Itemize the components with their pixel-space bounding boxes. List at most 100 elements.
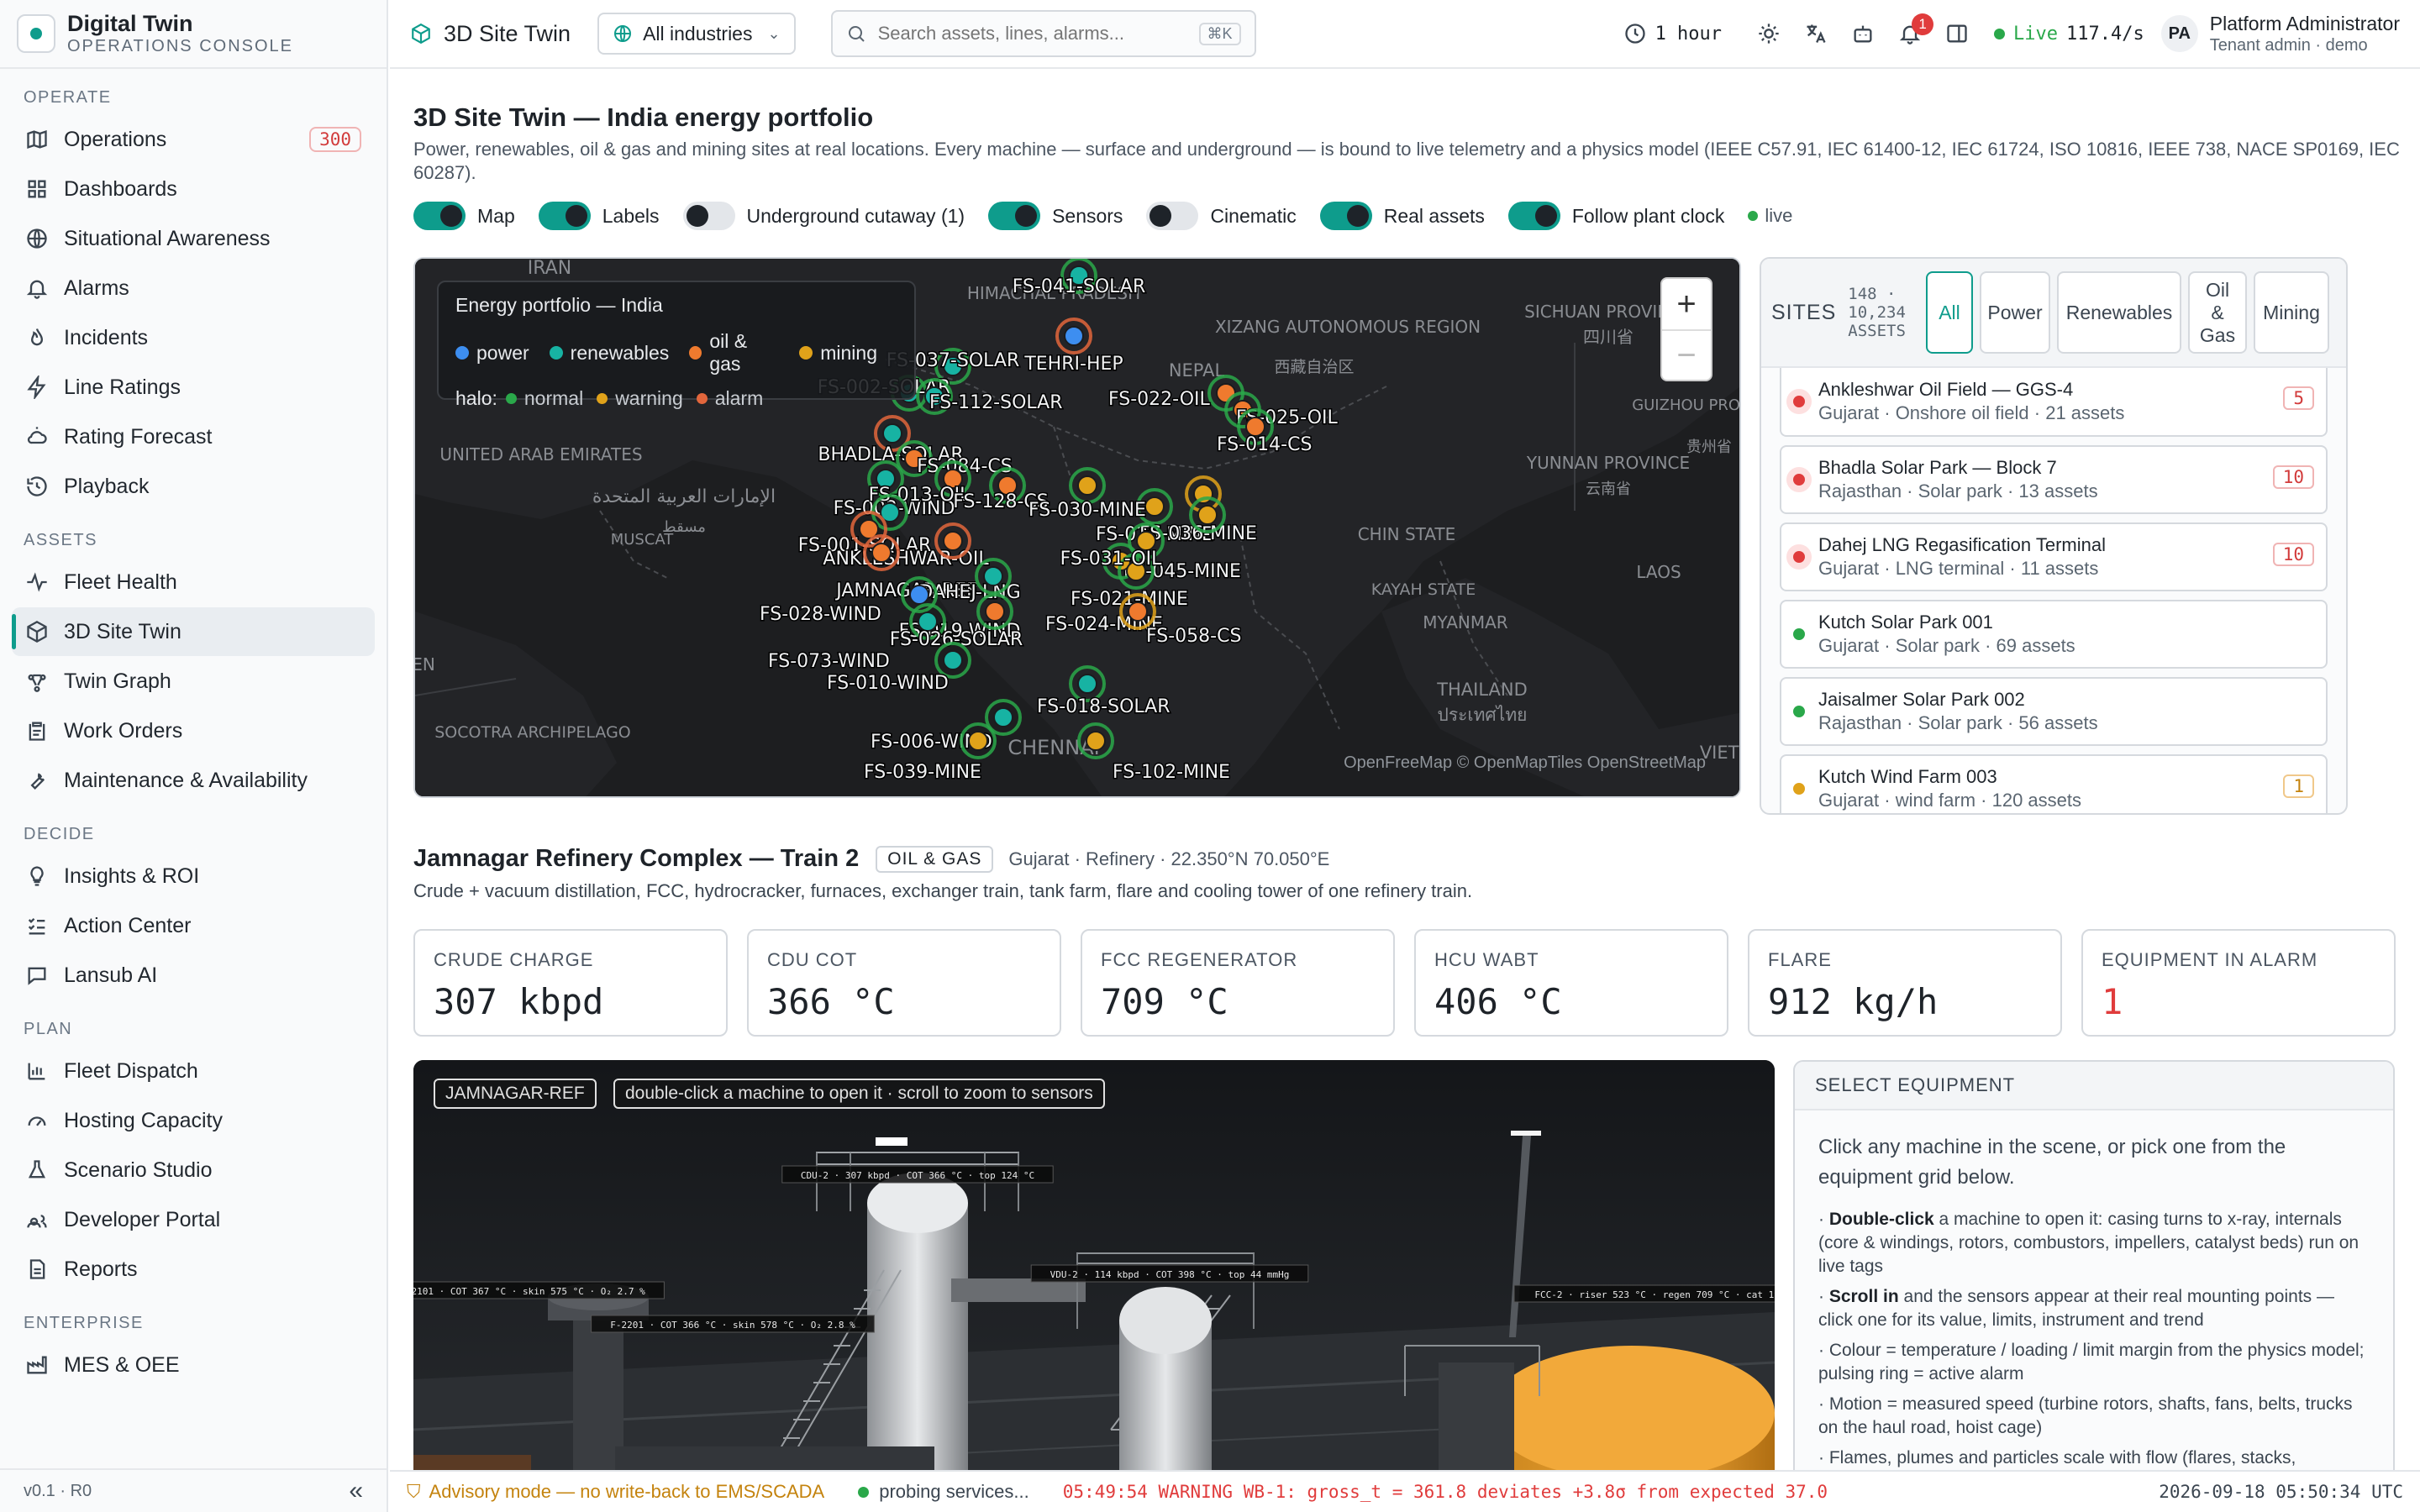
toggle-switch[interactable] xyxy=(1319,202,1372,230)
site-list-item[interactable]: Dahej LNG Regasification Terminal Gujarat… xyxy=(1780,522,2328,591)
scene-canvas[interactable]: CDU-2 · 307 kbpd · COT 366 °C · top 124 … xyxy=(413,1060,1775,1512)
theme-toggle[interactable] xyxy=(1754,18,1784,49)
time-range-button[interactable]: 1 hour xyxy=(1623,22,1722,45)
filter-tab-power[interactable]: Power xyxy=(1980,271,2050,354)
sidebar-item-action-center[interactable]: Action Center xyxy=(12,901,375,950)
site-status-dot xyxy=(1793,628,1805,640)
site-list-item[interactable]: Jaisalmer Solar Park 002 Rajasthan · Sola… xyxy=(1780,677,2328,746)
language-button[interactable] xyxy=(1801,18,1831,49)
robot-icon xyxy=(1854,25,1872,43)
map-region-label: 云南省 xyxy=(1586,480,1631,498)
site-list-item[interactable]: Kutch Solar Park 001 Gujarat · Solar park… xyxy=(1780,600,2328,669)
scene-machine-label[interactable]: F-2101 · COT 367 °C · skin 575 °C · O₂ 2… xyxy=(413,1281,665,1299)
sidebar-item-insights-roi[interactable]: Insights & ROI xyxy=(12,852,375,900)
sidebar-item-work-orders[interactable]: Work Orders xyxy=(12,706,375,755)
sidebar-item-line-ratings[interactable]: Line Ratings xyxy=(12,363,375,412)
toggle-sensors[interactable]: Sensors xyxy=(988,202,1123,230)
toggle-map[interactable]: Map xyxy=(413,202,515,230)
grid-icon xyxy=(28,180,46,198)
sidebar-item-hosting-capacity[interactable]: Hosting Capacity xyxy=(12,1096,375,1145)
site-dot xyxy=(943,650,963,670)
sidebar-item-label: Developer Portal xyxy=(64,1207,221,1231)
avatar[interactable]: PA xyxy=(2160,15,2198,52)
sidebar-item-maintenance-availability[interactable]: Maintenance & Availability xyxy=(12,756,375,805)
sidebar-item-reports[interactable]: Reports xyxy=(12,1245,375,1294)
legend-item: power xyxy=(455,342,529,365)
zoom-out-button[interactable]: − xyxy=(1662,329,1711,380)
scene-machine-label[interactable]: F-2201 · COT 366 °C · skin 578 °C · O₂ 2… xyxy=(591,1315,875,1333)
sidebar-item-incidents[interactable]: Incidents xyxy=(12,313,375,362)
toggle-real-assets[interactable]: Real assets xyxy=(1319,202,1485,230)
kpi-value: 366 °C xyxy=(767,981,895,1022)
search-box[interactable]: ⌘K xyxy=(830,10,1256,57)
sidebar-item-3d-site-twin[interactable]: 3D Site Twin xyxy=(12,607,375,656)
legend-item: warning xyxy=(597,387,683,410)
sidebar-item-operations[interactable]: Operations 300 xyxy=(12,115,375,164)
legend-item: oil & gas xyxy=(689,330,779,375)
scene-machine-label[interactable]: CDU-2 · 307 kbpd · COT 366 °C · top 124 … xyxy=(781,1165,1054,1184)
industry-select[interactable]: All industries ⌄ xyxy=(597,13,796,55)
sidebar-item-label: Fleet Health xyxy=(64,570,177,594)
sidebar-item-label: Lansub AI xyxy=(64,963,158,987)
search-input[interactable] xyxy=(877,23,1199,45)
toggle-switch[interactable] xyxy=(682,202,735,230)
portfolio-map[interactable]: IRAN HIMACHAL PRADESH XIZANG AUTONOMOUS RE… xyxy=(413,257,1741,798)
sidebar-item-alarms[interactable]: Alarms xyxy=(12,264,375,312)
toggle-switch[interactable] xyxy=(413,202,466,230)
sidebar-item-fleet-dispatch[interactable]: Fleet Dispatch xyxy=(12,1047,375,1095)
site-dot xyxy=(1064,326,1084,346)
bell-icon xyxy=(26,280,48,299)
filter-tab-oil-gas[interactable]: Oil & Gas xyxy=(2188,271,2247,354)
brand[interactable]: Digital Twin OPERATIONS CONSOLE xyxy=(0,0,387,69)
toggle-labels[interactable]: Labels xyxy=(538,202,660,230)
toggle-label: Sensors xyxy=(1052,204,1123,227)
3d-scene[interactable]: CDU-2 · 307 kbpd · COT 366 °C · top 124 … xyxy=(413,1060,1775,1512)
assistant-button[interactable] xyxy=(1848,18,1878,49)
notifications-button[interactable]: 1 xyxy=(1895,13,1934,49)
map-region-label: مسقط xyxy=(662,518,706,536)
sidebar-item-dashboards[interactable]: Dashboards xyxy=(12,165,375,213)
toggle-switch[interactable] xyxy=(1146,202,1199,230)
clock-time: 2026-09-18 05:50:34 UTC xyxy=(2159,1482,2403,1502)
kpi-label: HCU WABT xyxy=(1434,949,1539,970)
toggle-switch[interactable] xyxy=(538,202,591,230)
sidebar-item-scenario-studio[interactable]: Scenario Studio xyxy=(12,1146,375,1194)
search-shortcut: ⌘K xyxy=(1198,22,1241,45)
site-list-item[interactable]: Ankleshwar Oil Field — GGS-4 Gujarat · On… xyxy=(1780,368,2328,437)
legend-label: oil & gas xyxy=(709,330,748,375)
user-info[interactable]: Platform Administrator Tenant admin · de… xyxy=(2210,13,2400,55)
sidebar-item-fleet-health[interactable]: Fleet Health xyxy=(12,558,375,606)
toggle-underground-cutaway-1[interactable]: Underground cutaway (1) xyxy=(682,202,965,230)
scene-machine-label[interactable]: VDU-2 · 114 kbpd · COT 398 °C · top 44 m… xyxy=(1030,1264,1309,1283)
site-label: FS-026-SOLAR xyxy=(890,629,1023,650)
sidebar-item-mes-oee[interactable]: MES & OEE xyxy=(12,1341,375,1389)
map-region-label: LAOS xyxy=(1636,562,1681,582)
toggle-cinematic[interactable]: Cinematic xyxy=(1146,202,1297,230)
collapse-sidebar-icon[interactable]: « xyxy=(349,1477,363,1505)
panel-toggle[interactable] xyxy=(1942,18,1972,49)
lamp-light xyxy=(1511,1131,1541,1136)
filter-tab-mining[interactable]: Mining xyxy=(2254,271,2329,354)
toggle-follow-plant-clock[interactable]: Follow plant clock xyxy=(1507,202,1724,230)
asset-title: Jamnagar Refinery Complex — Train 2 xyxy=(413,845,860,872)
sidebar-item-developer-portal[interactable]: Developer Portal xyxy=(12,1195,375,1244)
sidebar-item-playback[interactable]: Playback xyxy=(12,462,375,511)
site-dot xyxy=(882,423,902,444)
zoom-in-button[interactable]: + xyxy=(1662,279,1711,329)
map-attribution[interactable]: OpenFreeMap © OpenMapTiles OpenStreetMap xyxy=(1344,753,1706,773)
sidebar-item-rating-forecast[interactable]: Rating Forecast xyxy=(12,412,375,461)
toggle-switch[interactable] xyxy=(1507,202,1560,230)
site-list-item[interactable]: Bhadla Solar Park — Block 7 Rajasthan · S… xyxy=(1780,445,2328,514)
site-list-item[interactable]: Kutch Wind Farm 003 Gujarat · wind farm ·… xyxy=(1780,754,2328,813)
sidebar-item-twin-graph[interactable]: Twin Graph xyxy=(12,657,375,706)
sidebar-item-situational-awareness[interactable]: Situational Awareness xyxy=(12,214,375,263)
bullet-mark: · xyxy=(1818,1341,1829,1360)
latest-alert[interactable]: 05:49:54 WARNING WB-1: gross_t = 361.8 d… xyxy=(1063,1482,1828,1502)
filter-tab-renewables[interactable]: Renewables xyxy=(2057,271,2181,354)
filter-tab-all[interactable]: All xyxy=(1926,271,1973,354)
sidebar-item-label: Hosting Capacity xyxy=(64,1108,223,1132)
sidebar-item-lansub-ai[interactable]: Lansub AI xyxy=(12,951,375,1000)
toggle-switch[interactable] xyxy=(988,202,1041,230)
legend-label: alarm xyxy=(714,387,764,409)
scene-machine-label[interactable]: FCC-2 · riser 523 °C · regen 709 °C · ca… xyxy=(1513,1284,1775,1303)
